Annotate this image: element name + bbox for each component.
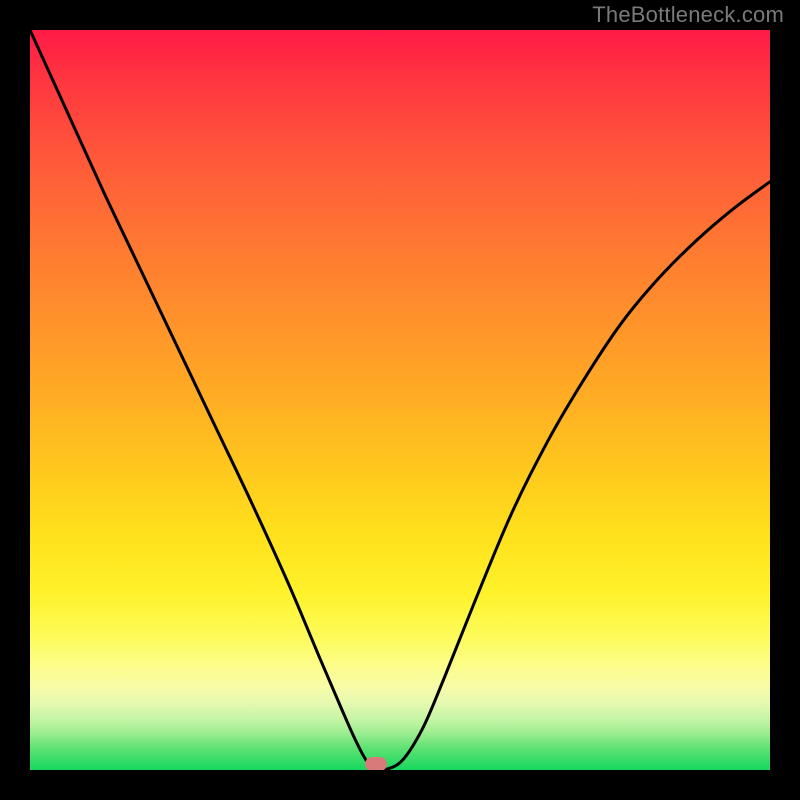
minimum-marker [365, 757, 387, 770]
bottleneck-curve [30, 30, 770, 770]
chart-curve-layer [30, 30, 770, 770]
watermark-text: TheBottleneck.com [592, 2, 784, 28]
chart-plot-area [30, 30, 770, 770]
